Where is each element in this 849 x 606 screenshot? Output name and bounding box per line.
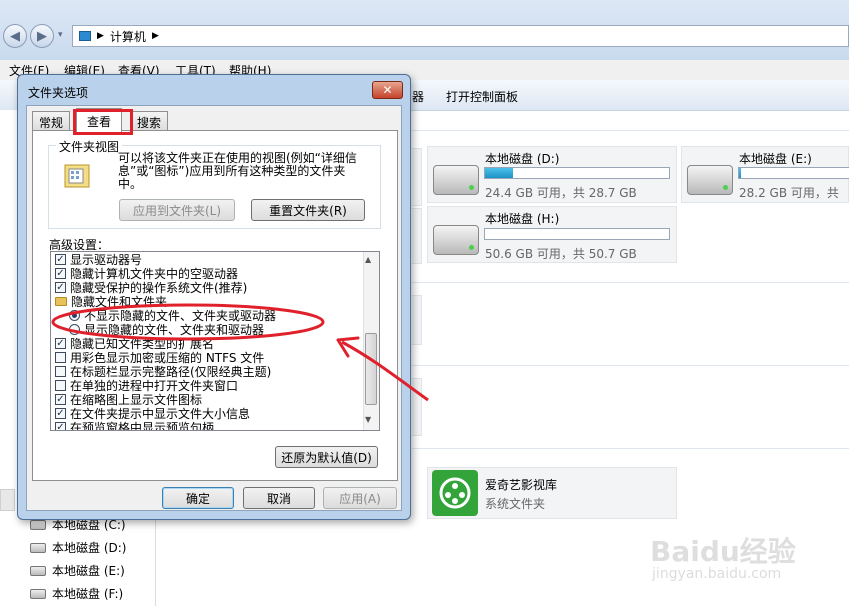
checkbox-icon: ✓ [55,421,66,431]
tab-highlight-box [73,109,133,135]
checkbox-icon: ✓ [55,267,66,279]
folder-views-title: 文件夹视图 [56,138,123,155]
nav-drive-label: 本地磁盘 (E:) [52,564,125,578]
checkbox-icon: ✓ [55,253,66,265]
apply-to-folders-button[interactable]: 应用到文件夹(L) [119,199,235,221]
checkbox-icon: ✓ [55,281,66,293]
radio-icon [69,309,80,321]
drive-usage-fill [739,168,742,178]
drive-usage-fill [485,168,513,178]
checkbox-icon [55,351,66,363]
scrollbar-thumb[interactable] [365,333,377,405]
library-name: 爱奇艺影视库 [485,478,558,492]
dialog-title: 文件夹选项 [28,86,89,100]
drive-usage-bar [484,167,670,179]
address-box[interactable]: ▶ 计算机 ▶ [72,25,849,47]
section-divider [412,448,849,449]
scroll-up-icon[interactable]: ▲ [365,255,371,264]
nav-scroll-stub [0,489,15,511]
drive-icon [30,542,46,553]
folder-icon [55,296,67,306]
section-divider [412,282,849,283]
drive-icon [30,565,46,576]
breadcrumb-separator-icon: ▶ [151,31,159,41]
close-icon: ✕ [382,83,393,97]
watermark-url: jingyan.baidu.com [652,566,782,582]
computer-icon [79,31,91,41]
hard-drive-icon [687,165,733,195]
drive-name: 本地磁盘 (E:) [739,152,812,166]
nav-drive-e[interactable]: 本地磁盘 (E:) [30,562,125,579]
drive-usage-bar [484,228,670,240]
section-divider [412,365,849,366]
nav-drive-label: 本地磁盘 (F:) [52,587,124,601]
tab-search[interactable]: 搜索 [130,111,169,131]
recent-pages-chevron-icon[interactable]: ▾ [58,30,63,40]
forward-button[interactable]: ▶ [30,24,54,48]
breadcrumb-separator-icon: ▶ [97,31,104,41]
apply-button[interactable]: 应用(A) [323,487,397,509]
hard-drive-icon [433,165,479,195]
tab-general[interactable]: 常规 [32,111,71,131]
advanced-settings-list[interactable]: ✓ 显示驱动器号 ✓ 隐藏计算机文件夹中的空驱动器 ✓ 隐藏受保护的操作系统文件(推荐… [50,251,380,431]
setting-label: 在预览窗格中显示预览句柄 [70,420,215,431]
drive-space: 50.6 GB 可用，共 50.7 GB [485,247,637,261]
checkbox-icon [55,365,66,377]
folder-views-description: 可以将该文件夹正在使用的视图(例如“详细信息”或“图标”)应用到所有这种类型的文… [118,151,357,191]
hard-drive-icon [433,225,479,255]
radio-icon [69,323,80,335]
checkbox-icon: ✓ [55,393,66,405]
reset-folders-button[interactable]: 重置文件夹(R) [251,199,365,221]
open-control-panel-button[interactable]: 打开控制面板 [446,88,518,105]
close-button[interactable]: ✕ [372,81,403,99]
drive-name: 本地磁盘 (D:) [485,152,560,166]
nav-drive-label: 本地磁盘 (D:) [52,541,127,555]
nav-drive-d[interactable]: 本地磁盘 (D:) [30,539,126,556]
checkbox-icon [55,379,66,391]
checkbox-icon: ✓ [55,337,66,349]
tile-partial [412,295,422,345]
command-partial-label[interactable]: 器 [412,88,424,105]
section-divider [412,130,849,131]
checkbox-icon: ✓ [55,407,66,419]
back-button[interactable]: ◀ [3,24,27,48]
restore-defaults-button[interactable]: 还原为默认值(D) [275,446,378,468]
folder-view-icon [64,161,92,191]
drive-space: 28.2 GB 可用，共 [739,186,839,200]
drive-usage-bar [738,167,849,179]
tile-partial [412,148,422,206]
nav-drive-f[interactable]: 本地磁盘 (F:) [30,585,123,602]
breadcrumb-computer[interactable]: 计算机 [110,28,146,45]
cancel-button[interactable]: 取消 [243,487,315,509]
iqiyi-library-icon [432,470,478,516]
folder-options-dialog: 文件夹选项 ✕ 常规 搜索 查看 文件夹视图 可以将该文件夹正在使用的视图(例如… [17,74,411,520]
drive-space: 24.4 GB 可用，共 28.7 GB [485,186,637,200]
drive-name: 本地磁盘 (H:) [485,212,560,226]
tile-partial [412,208,422,264]
tile-partial [412,378,422,436]
watermark-brand: Baidu经验 [650,535,796,568]
setting-preview-handlers[interactable]: ✓ 在预览窗格中显示预览句柄 [55,420,215,431]
ok-button[interactable]: 确定 [162,487,234,509]
drive-icon [30,519,46,530]
library-type: 系统文件夹 [485,497,546,511]
drive-icon [30,588,46,599]
scroll-down-icon[interactable]: ▼ [365,415,371,424]
